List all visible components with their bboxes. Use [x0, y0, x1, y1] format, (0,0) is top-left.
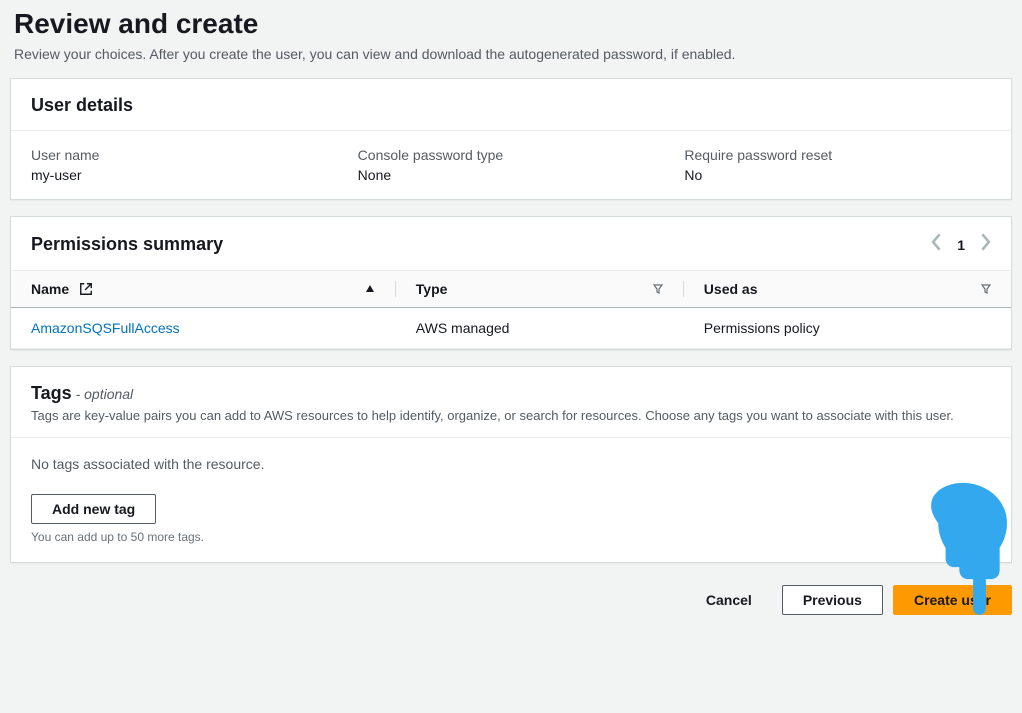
require-reset-value: No — [684, 167, 991, 183]
user-details-title: User details — [31, 95, 991, 116]
username-value: my-user — [31, 167, 338, 183]
external-link-icon — [79, 282, 93, 296]
prev-page-button[interactable] — [931, 233, 943, 256]
create-user-button[interactable]: Create user — [893, 585, 1012, 615]
column-type-label: Type — [416, 281, 448, 297]
policy-type: AWS managed — [396, 320, 684, 336]
pagination: 1 — [931, 233, 991, 256]
tags-description: Tags are key-value pairs you can add to … — [31, 408, 991, 423]
tags-optional: - optional — [72, 386, 133, 402]
column-used-as[interactable]: Used as — [684, 281, 991, 297]
kv-require-reset: Require password reset No — [684, 147, 991, 183]
sort-asc-icon — [365, 284, 375, 294]
tags-panel: Tags - optional Tags are key-value pairs… — [10, 366, 1012, 563]
username-label: User name — [31, 147, 338, 163]
user-details-panel: User details User name my-user Console p… — [10, 78, 1012, 200]
column-type[interactable]: Type — [396, 281, 684, 297]
page-number: 1 — [957, 237, 965, 253]
filter-icon — [653, 284, 663, 294]
footer-actions: Cancel Previous Create user — [0, 579, 1022, 627]
permissions-panel: Permissions summary 1 Name Type — [10, 216, 1012, 350]
password-type-value: None — [358, 167, 665, 183]
no-tags-message: No tags associated with the resource. — [31, 456, 991, 472]
column-name-label: Name — [31, 281, 69, 297]
kv-username: User name my-user — [31, 147, 338, 183]
next-page-button[interactable] — [979, 233, 991, 256]
require-reset-label: Require password reset — [684, 147, 991, 163]
tags-title: Tags - optional — [31, 383, 991, 404]
page-description: Review your choices. After you create th… — [14, 46, 1008, 62]
column-used-as-label: Used as — [704, 281, 758, 297]
permissions-table-header: Name Type Used as — [11, 271, 1011, 308]
chevron-left-icon — [931, 233, 943, 251]
cancel-button[interactable]: Cancel — [686, 586, 772, 614]
table-row: AmazonSQSFullAccess AWS managed Permissi… — [11, 308, 1011, 349]
add-tag-button[interactable]: Add new tag — [31, 494, 156, 524]
column-name[interactable]: Name — [31, 281, 396, 297]
previous-button[interactable]: Previous — [782, 585, 883, 615]
tags-hint: You can add up to 50 more tags. — [31, 530, 991, 544]
permissions-title: Permissions summary — [31, 234, 223, 255]
policy-used-as: Permissions policy — [684, 320, 991, 336]
password-type-label: Console password type — [358, 147, 665, 163]
chevron-right-icon — [979, 233, 991, 251]
filter-icon — [981, 284, 991, 294]
kv-password-type: Console password type None — [358, 147, 665, 183]
page-title: Review and create — [14, 8, 1008, 40]
tags-title-text: Tags — [31, 383, 72, 403]
policy-link[interactable]: AmazonSQSFullAccess — [31, 320, 180, 336]
